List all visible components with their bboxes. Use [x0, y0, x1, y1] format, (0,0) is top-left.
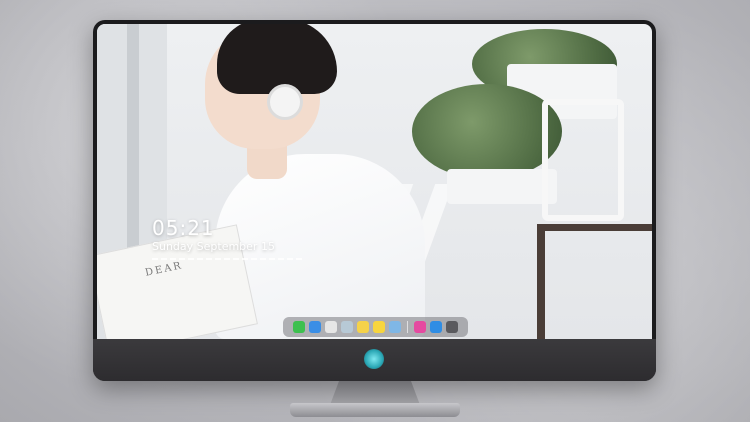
preview-icon[interactable] — [341, 321, 353, 333]
safari-icon[interactable] — [325, 321, 337, 333]
photos-icon[interactable] — [357, 321, 369, 333]
messages-icon[interactable] — [293, 321, 305, 333]
screen: DEAR 05:21 Sunday September 15 — [97, 24, 652, 339]
finder-icon[interactable] — [309, 321, 321, 333]
railing-bar — [537, 224, 652, 231]
camera-icon[interactable] — [446, 321, 458, 333]
ticker-line — [152, 258, 302, 260]
dock-separator — [407, 321, 408, 333]
pot-middle — [447, 169, 557, 204]
headphone-icon — [267, 84, 303, 120]
stand-foot — [290, 403, 460, 417]
dock — [283, 317, 468, 337]
music-icon[interactable] — [414, 321, 426, 333]
appstore-icon[interactable] — [430, 321, 442, 333]
railing-post — [537, 224, 545, 339]
clock-date: Sunday September 15 — [152, 240, 275, 253]
monitor-chin — [93, 339, 656, 381]
plant-middle — [412, 84, 562, 179]
notes-icon[interactable] — [373, 321, 385, 333]
person-hair — [217, 24, 337, 94]
clock-time: 05:21 — [152, 216, 215, 240]
chair — [542, 99, 624, 221]
stand-neck — [330, 381, 420, 405]
monitor: DEAR 05:21 Sunday September 15 — [93, 20, 656, 381]
chin-logo-icon — [364, 349, 384, 369]
launchpad-icon[interactable] — [389, 321, 401, 333]
